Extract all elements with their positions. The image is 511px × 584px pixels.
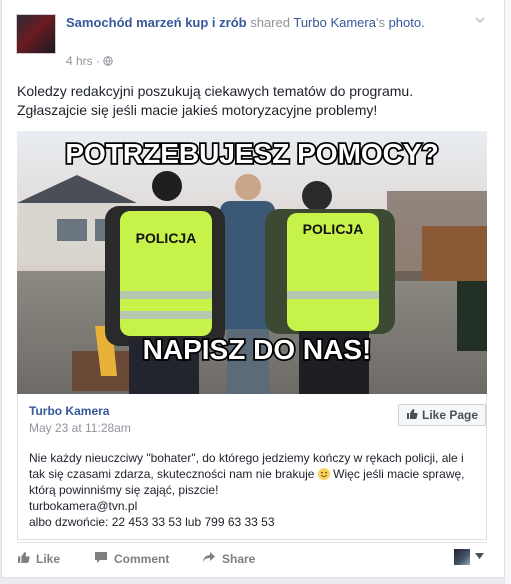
post-meta: 4 hrs · [66,54,114,68]
vest-label-left: POLICJA [136,230,197,246]
shared-body-line: tak się czasami zdarza, skuteczności nam… [29,467,465,481]
meta-separator: · [96,54,101,68]
action-text: shared [250,15,290,30]
photo-bottom-caption: NAPISZ DO NAS! [143,334,372,365]
comment-label: Comment [114,552,170,566]
timestamp[interactable]: 4 hrs [66,54,93,68]
post-text: Koledzy redakcyjni poszukują ciekawych t… [17,82,487,120]
photo-link[interactable]: photo. [389,15,425,30]
shared-date[interactable]: May 23 at 11:28am [29,421,131,435]
shared-page-name[interactable]: Turbo Kamera [29,404,109,418]
shared-post-box: Turbo Kamera May 23 at 11:28am Like Page… [17,394,487,540]
viewer-avatar[interactable] [454,549,470,565]
photo-top-caption: POTRZEBUJESZ POMOCY? [65,138,438,169]
caret-down-icon[interactable] [475,551,484,561]
globe-icon [103,54,114,68]
post-text-line: Koledzy redakcyjni poszukują ciekawych t… [17,83,414,99]
chevron-down-icon[interactable] [474,14,488,28]
page-edge [505,0,511,584]
action-bar: Like Comment Share [17,542,487,573]
shared-from-link[interactable]: Turbo Kamera [293,15,376,30]
author-avatar[interactable] [16,14,56,54]
smiley-icon [317,468,330,480]
shared-body-email: turbokamera@tvn.pl [29,499,138,513]
comment-button[interactable]: Comment [94,551,169,567]
share-arrow-icon [202,551,216,566]
shared-body: Nie każdy nieuczciwy "bohater", do które… [29,450,479,530]
comment-icon [94,551,108,567]
share-button[interactable]: Share [202,551,255,566]
like-page-button[interactable]: Like Page [398,404,486,426]
share-label: Share [222,551,256,566]
shared-suffix: 's [375,15,385,30]
post-header: Samochód marzeń kup i zrób shared Turbo … [66,14,466,32]
vest-label-right: POLICJA [303,221,364,237]
shared-body-line: Nie każdy nieuczciwy "bohater", do które… [29,451,464,465]
like-page-label: Like Page [421,408,479,422]
shared-body-line: albo dzwońcie: 22 453 33 53 lub 799 63 3… [29,515,275,529]
post-text-line: Zgłaszajcie się jeśli macie jakieś motor… [17,102,378,118]
thumbs-up-icon [406,408,418,423]
thumbs-up-icon [17,551,30,567]
author-link[interactable]: Samochód marzeń kup i zrób [66,15,247,30]
shared-photo[interactable]: POLICJA POLICJA POTRZEBUJESZ POMOCY? NAP… [17,131,487,394]
shared-body-line: którą powinniśmy się zająć, piszcie! [29,483,219,497]
like-button[interactable]: Like [17,551,60,567]
like-label: Like [36,552,61,566]
